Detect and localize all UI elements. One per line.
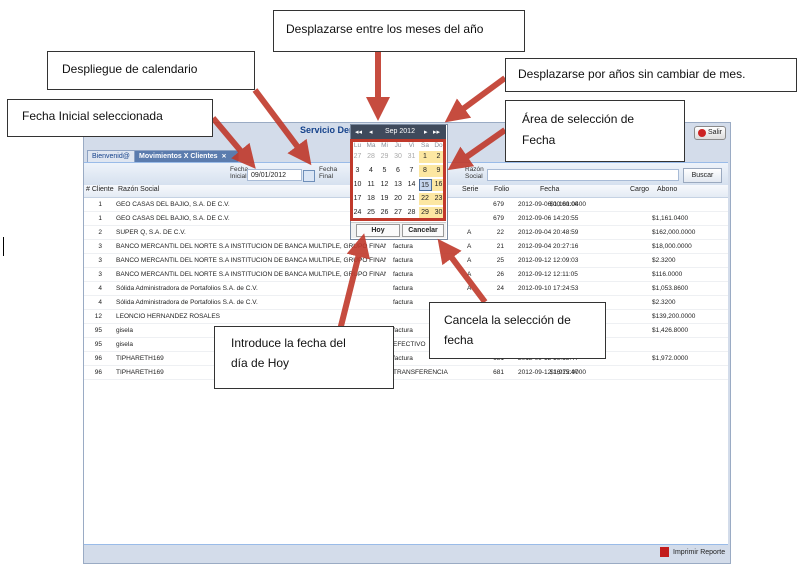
callout-meses: Desplazarse entre los meses del año (273, 10, 525, 52)
callout-anios: Desplazarse por años sin cambiar de mes. (505, 58, 797, 92)
callout-cancelar: Cancela la selección de fecha (429, 302, 606, 359)
arrow-hoy (337, 233, 371, 331)
arrow-cancelar (437, 238, 488, 304)
arrow-area (447, 127, 507, 171)
arrow-despliegue (252, 88, 312, 166)
callout-hoy: Introduce la fecha del día de Hoy (214, 326, 394, 389)
callout-fecha-inicial: Fecha Inicial seleccionada (7, 99, 213, 137)
callout-area: Área de selección de Fecha (505, 100, 685, 162)
arrow-anios (444, 75, 507, 123)
arrow-fecha-inicial (210, 116, 256, 169)
callout-despliegue: Despliegue de calendario (47, 51, 255, 90)
